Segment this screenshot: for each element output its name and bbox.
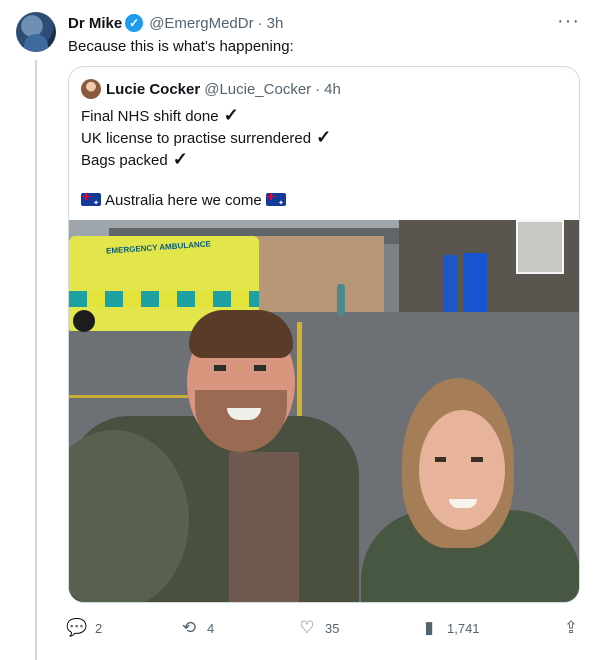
quoted-tweet-card[interactable]: Lucie Cocker @Lucie_Cocker · 4h Final NH…	[68, 66, 580, 603]
author-avatar[interactable]	[16, 12, 56, 52]
tweet-header: Dr Mike ✓ @EmergMedDr · 3h	[68, 13, 584, 33]
checkmark-icon: ✓	[223, 105, 239, 125]
quote-line-2-text: UK license to practise surrendered	[81, 130, 312, 147]
man-hair	[189, 310, 293, 358]
like-button[interactable]: ♡ 35	[298, 618, 339, 638]
quote-text: Final NHS shift done ✓ UK license to prac…	[81, 105, 331, 211]
reply-icon: 💬	[66, 618, 88, 637]
quote-closing-line: Australia here we come	[81, 191, 331, 211]
quote-header: Lucie Cocker @Lucie_Cocker · 4h	[81, 79, 341, 99]
australia-flag-icon	[265, 193, 286, 206]
woman-face	[419, 410, 505, 530]
author-name[interactable]: Dr Mike	[68, 15, 122, 32]
quote-author-name[interactable]: Lucie Cocker	[106, 81, 200, 98]
quote-separator: ·	[315, 80, 321, 98]
glass-block-window	[516, 220, 564, 274]
tweet-actions: 💬 2 ⟲ 4 ♡ 35 ▮ 1,741 ⇪	[66, 618, 580, 638]
reply-button[interactable]: 💬 2	[66, 618, 103, 638]
quote-avatar[interactable]	[81, 79, 101, 99]
thread-line	[35, 60, 37, 660]
quote-photo[interactable]: EMERGENCY AMBULANCE	[69, 220, 579, 602]
quote-line-3: Bags packed ✓	[81, 149, 331, 171]
man-eyes	[214, 365, 274, 371]
closing-text: Australia here we come	[105, 192, 262, 209]
tweet-text: Because this is what’s happening:	[68, 38, 294, 55]
ambulance-label: EMERGENCY AMBULANCE	[105, 239, 212, 256]
separator: ·	[257, 14, 263, 32]
woman-eyes	[435, 457, 491, 462]
australia-flag-icon	[81, 193, 101, 206]
quote-line-1-text: Final NHS shift done	[81, 108, 219, 125]
share-button[interactable]: ⇪	[562, 618, 580, 638]
ambulance-stripe	[69, 291, 259, 307]
quote-line-1: Final NHS shift done ✓	[81, 105, 331, 127]
retweet-icon: ⟲	[181, 618, 197, 637]
views-icon: ▮	[424, 618, 434, 637]
view-count: 1,741	[447, 620, 480, 636]
checkmark-icon: ✓	[172, 149, 188, 169]
share-icon: ⇪	[563, 618, 579, 637]
quote-time[interactable]: 4h	[324, 81, 341, 98]
author-handle[interactable]: @EmergMedDr	[149, 15, 253, 32]
retweet-count: 4	[207, 620, 215, 636]
more-icon[interactable]: ···	[557, 11, 580, 31]
reply-count: 2	[95, 620, 103, 636]
checkmark-icon: ✓	[316, 127, 332, 147]
ambulance-wheel	[73, 310, 95, 332]
quote-author-handle[interactable]: @Lucie_Cocker	[204, 81, 311, 98]
background-person	[337, 284, 345, 316]
like-count: 35	[325, 620, 340, 636]
quote-line-2: UK license to practise surrendered ✓	[81, 127, 331, 149]
retweet-button[interactable]: ⟲ 4	[180, 618, 214, 638]
tweet-time[interactable]: 3h	[267, 15, 284, 32]
man-shirt	[229, 452, 299, 602]
verified-badge-icon: ✓	[125, 14, 144, 32]
quote-line-3-text: Bags packed	[81, 152, 168, 169]
views-button[interactable]: ▮ 1,741	[420, 618, 480, 638]
heart-icon: ♡	[299, 618, 315, 637]
